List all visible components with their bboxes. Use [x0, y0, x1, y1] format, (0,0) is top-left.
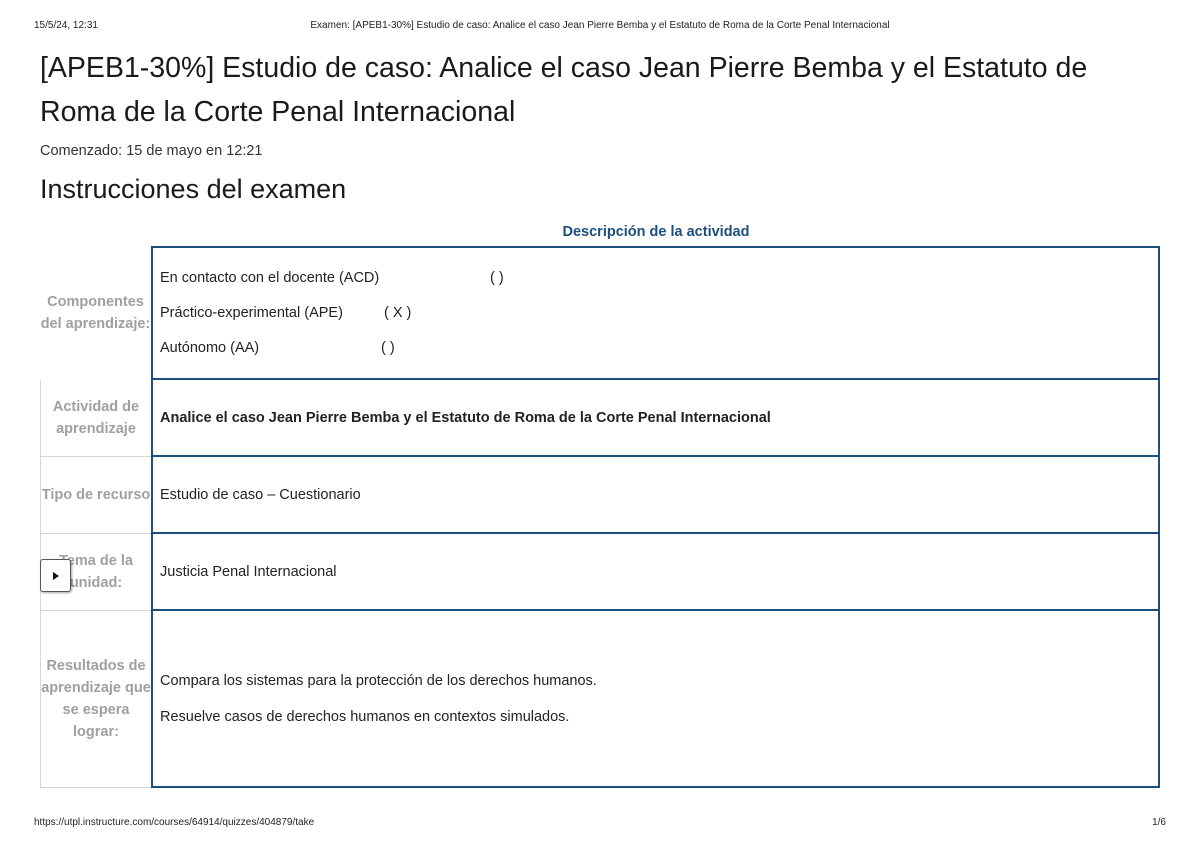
started-timestamp: Comenzado: 15 de mayo en 12:21 — [40, 143, 263, 159]
table-caption: Descripción de la actividad — [562, 224, 750, 240]
component-acd: En contacto con el docente (ACD) ( ) — [160, 261, 1158, 296]
print-header: 15/5/24, 12:31 Examen: [APEB1-30%] Estud… — [34, 20, 1166, 34]
page-number: 1/6 — [1152, 817, 1166, 828]
outcome-item: Resuelve casos de derechos humanos en co… — [160, 708, 570, 725]
table-row: Actividad de aprendizaje Analice el caso… — [40, 380, 1160, 457]
component-name: Autónomo (AA) — [160, 339, 260, 356]
component-aa: Autónomo (AA) ( ) — [160, 331, 1158, 366]
component-mark: ( ) — [381, 339, 395, 356]
table-row: Resultados de aprendizaje que se espera … — [40, 611, 1160, 788]
page-title: [APEB1-30%] Estudio de caso: Analice el … — [40, 52, 1088, 128]
print-footer: https://utpl.instructure.com/courses/649… — [34, 817, 1166, 831]
component-mark: ( X ) — [384, 304, 412, 321]
unit-topic-text: Justicia Penal Internacional — [160, 563, 337, 580]
outcome-item: Compara los sistemas para la protección … — [160, 672, 597, 689]
collapse-toggle-button[interactable] — [40, 559, 71, 592]
component-name: En contacto con el docente (ACD) — [160, 269, 380, 286]
row-label-components: Componentes del aprendizaje: — [40, 294, 151, 332]
section-title: Instrucciones del examen — [40, 174, 347, 204]
component-mark: ( ) — [490, 269, 504, 286]
activity-text: Analice el caso Jean Pierre Bemba y el E… — [160, 409, 771, 426]
component-name: Práctico-experimental (APE) — [160, 304, 343, 321]
row-value-resource-type: Estudio de caso – Cuestionario — [151, 457, 1160, 534]
row-label-outcomes: Resultados de aprendizaje que se espera … — [40, 611, 151, 788]
activity-table: Componentes del aprendizaje: En contacto… — [40, 246, 1160, 788]
print-doc-title: Examen: [APEB1-30%] Estudio de caso: Ana… — [310, 20, 890, 31]
resource-type-text: Estudio de caso – Cuestionario — [160, 486, 361, 503]
triangle-right-icon — [52, 571, 59, 580]
row-value-activity: Analice el caso Jean Pierre Bemba y el E… — [151, 380, 1160, 457]
table-row: Componentes del aprendizaje: En contacto… — [40, 246, 1160, 380]
table-row: Tema de la unidad: Justicia Penal Intern… — [40, 534, 1160, 611]
table-row: Tipo de recurso Estudio de caso – Cuesti… — [40, 457, 1160, 534]
component-ape: Práctico-experimental (APE) ( X ) — [160, 296, 1158, 331]
row-label-resource-type: Tipo de recurso — [40, 457, 151, 534]
row-value-outcomes: Compara los sistemas para la protección … — [151, 611, 1160, 788]
print-url: https://utpl.instructure.com/courses/649… — [34, 817, 315, 828]
row-value-components: En contacto con el docente (ACD) ( ) Prá… — [151, 246, 1160, 380]
row-value-unit-topic: Justicia Penal Internacional — [151, 534, 1160, 611]
row-label-activity: Actividad de aprendizaje — [40, 380, 151, 457]
